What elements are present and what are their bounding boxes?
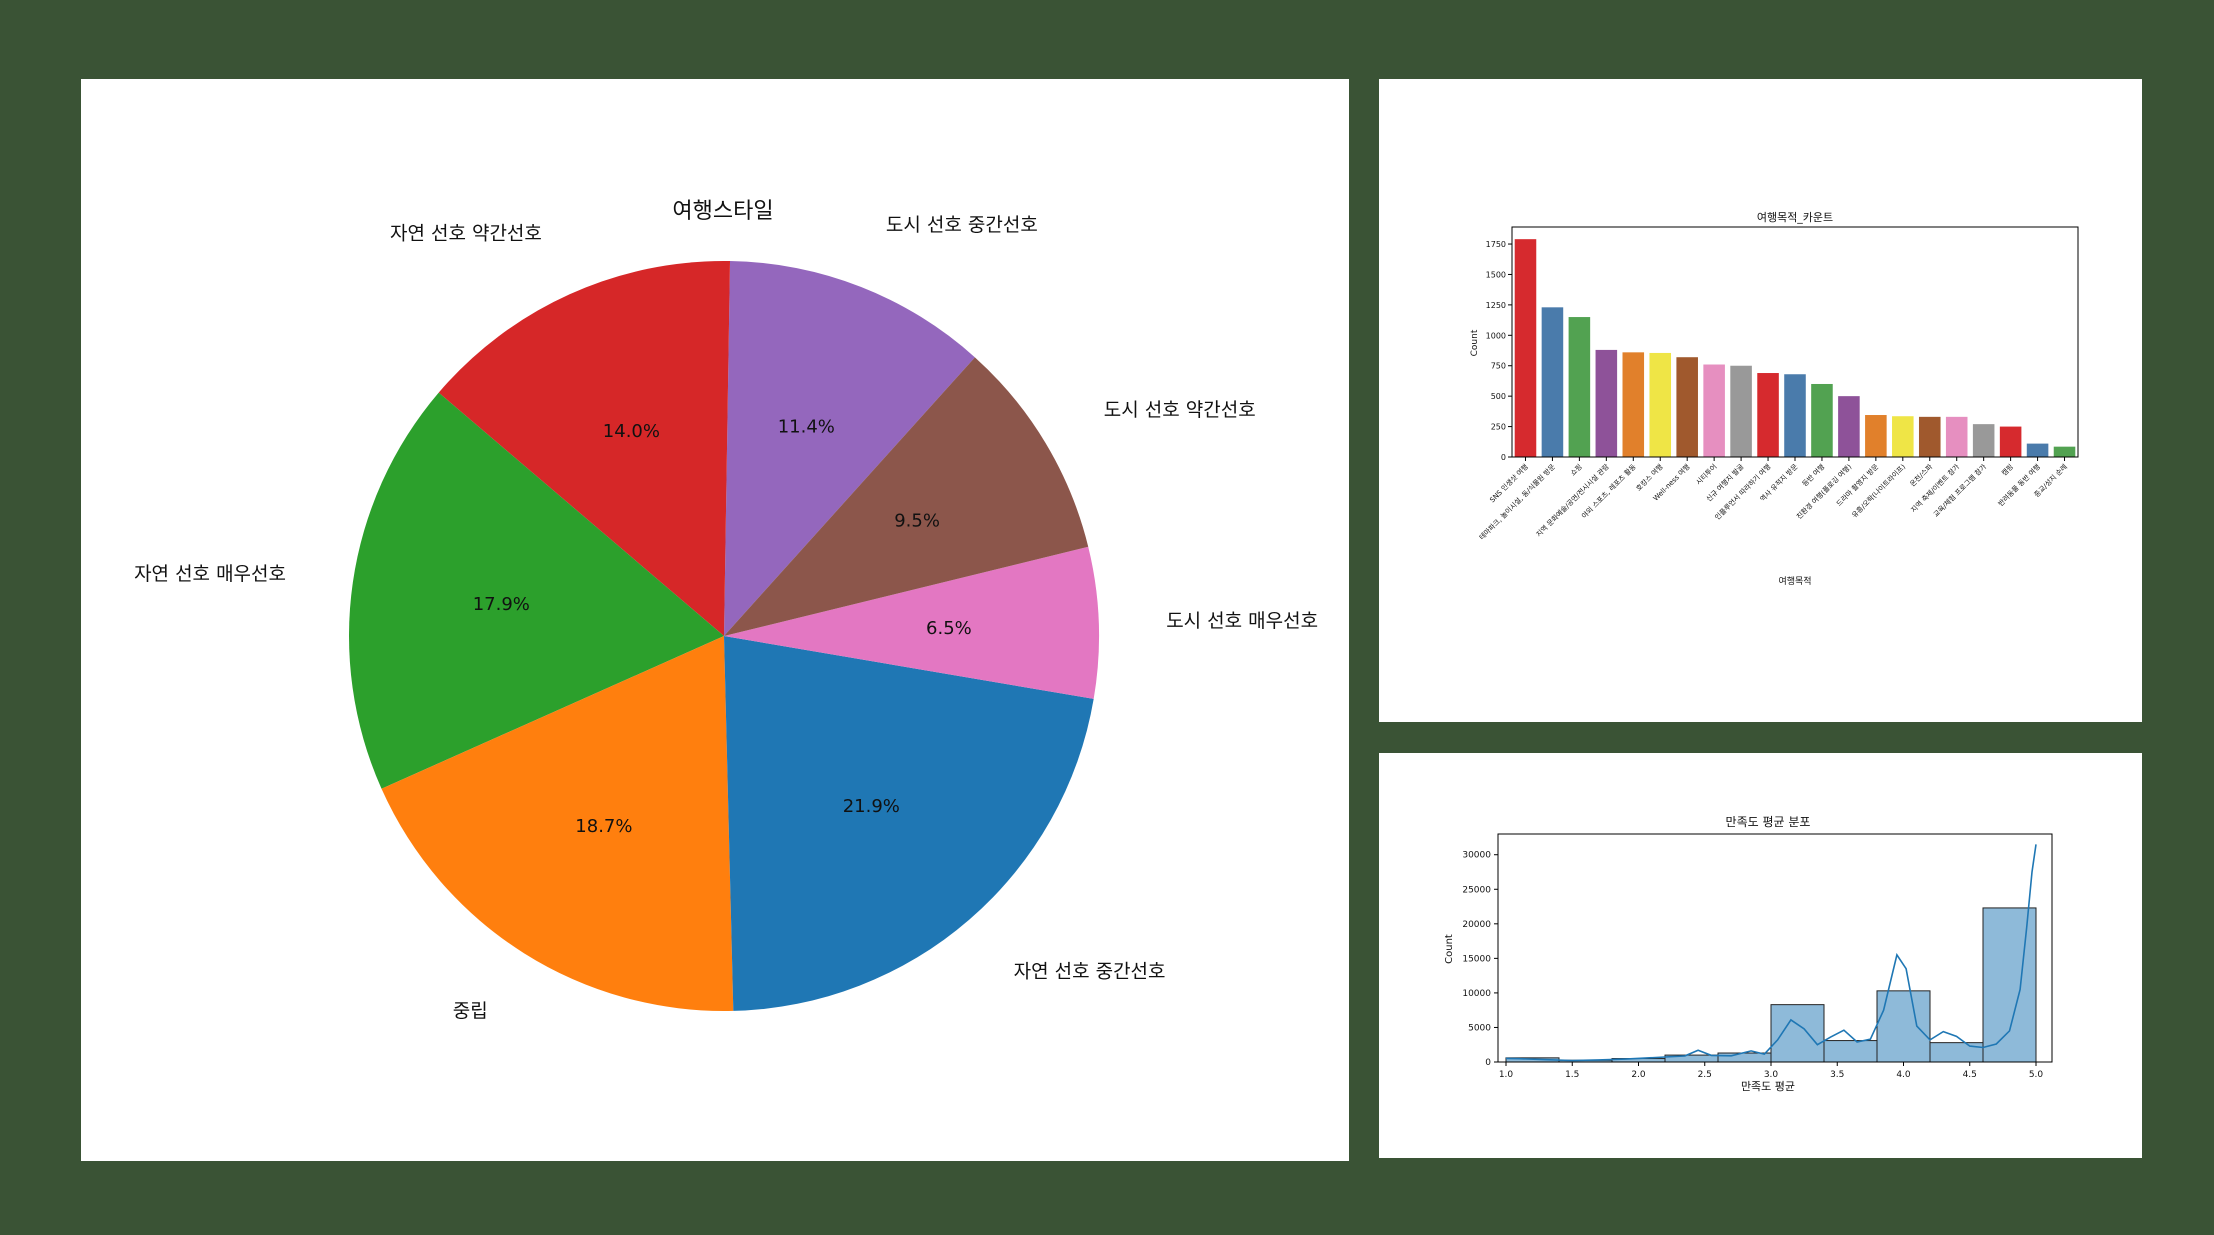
bar (1892, 416, 1914, 457)
pie-slice-percent: 17.9% (473, 594, 530, 615)
bar-y-tick-label: 250 (1491, 423, 1506, 432)
histogram-bar (1982, 907, 2037, 1063)
bar-x-tick-label: 유흥/오락(나이트라이프) (1850, 462, 1908, 520)
pie-slice-percent: 21.9% (843, 796, 900, 817)
pie-slice-percent: 18.7% (575, 816, 632, 837)
bar-y-tick-label: 750 (1491, 362, 1506, 371)
histogram-x-tick-label: 3.0 (1764, 1070, 1779, 1080)
bar (1784, 374, 1806, 457)
bar (1541, 307, 1564, 457)
bar-x-tick-label: 쇼핑 (1568, 462, 1583, 477)
bar-chart-ylabel: Count (1470, 329, 1480, 356)
bar-chart-panel: 여행목적_카운트 Count 여행목적 0 250 500 750 1000 1250 15… (1379, 79, 2142, 722)
bar-y-tick-label: 1750 (1486, 240, 1506, 249)
histogram-xlabel: 만족도 평균 (1741, 1080, 1795, 1093)
histogram-bar (1929, 1042, 1984, 1063)
pie-slice-label: 도시 선호 매우선호 (1166, 610, 1318, 632)
pie-slice-label: 도시 선호 중간선호 (886, 214, 1038, 236)
histogram-y-tick-label: 0 (1485, 1058, 1491, 1068)
bar (1568, 317, 1591, 457)
pie-slice-label: 자연 선호 매우선호 (134, 563, 286, 585)
pie-slice-percent: 6.5% (926, 618, 972, 639)
histogram-x-tick-label: 5.0 (2029, 1070, 2044, 1080)
histogram-x-tick-label: 1.5 (1565, 1070, 1579, 1080)
bar (1514, 239, 1537, 457)
pie-slice-percent: 14.0% (603, 421, 660, 442)
histogram-y-tick-label: 10000 (1462, 989, 1491, 999)
histogram-y-tick-label: 25000 (1462, 885, 1491, 895)
bar-y-tick-label: 0 (1501, 453, 1506, 462)
bar (1676, 357, 1698, 457)
bar-chart-title: 여행목적_카운트 (1757, 211, 1833, 224)
pie-slice-label: 중립 (453, 1000, 488, 1022)
bar-chart: 여행목적_카운트 Count 여행목적 0 250 500 750 1000 1250 15… (1470, 211, 2079, 587)
histogram-x-tick-label: 4.5 (1963, 1070, 1977, 1080)
bar-y-tick-label: 1500 (1486, 270, 1506, 279)
histogram-x-tick-label: 4.0 (1896, 1070, 1911, 1080)
pie-chart-panel: 여행스타일 11.4% 도시 선호 중간선호 14.0% 자연 선호 약간선호 17.9… (81, 79, 1349, 1161)
bar (1918, 416, 1941, 457)
bar-chart-xlabel: 여행목적 (1778, 575, 1811, 587)
histogram-y-tick-label: 5000 (1468, 1023, 1491, 1033)
bar-y-tick-label: 1000 (1486, 331, 1506, 340)
histogram-x-tick-label: 2.5 (1698, 1070, 1712, 1080)
bar (1838, 396, 1860, 457)
bar-x-tick-label: 지역 축제/이벤트 참가 (1909, 462, 1962, 515)
pie-slice-percent: 11.4% (778, 417, 835, 438)
bar-x-tick-label: 교육/체험 프로그램 참가 (1931, 462, 1988, 519)
bar (1811, 383, 1833, 457)
bar (2026, 443, 2049, 457)
bar (1649, 352, 1672, 457)
histogram-ylabel: Count (1444, 934, 1455, 964)
bar (1622, 352, 1645, 457)
histogram-x-tick-label: 1.0 (1499, 1070, 1514, 1080)
pie-slice (724, 636, 1094, 1011)
pie-slice-label: 도시 선호 약간선호 (1104, 399, 1256, 421)
histogram-x-tick-label: 3.5 (1830, 1070, 1844, 1080)
bar (1945, 416, 1968, 457)
bar-x-tick-label: 시티투어 (1694, 462, 1719, 487)
bar (1757, 373, 1779, 457)
bar-x-tick-label: 야외 스포츠, 레포츠 활동 (1579, 462, 1638, 521)
pie-chart-title: 여행스타일 (672, 199, 773, 224)
bar-y-tick-label: 1250 (1486, 301, 1506, 310)
histogram-panel: 만족도 평균 분포 Count 만족도 평균 1.0 1.5 2.0 2.5 3.0 3.… (1379, 753, 2142, 1158)
bar-x-tick-label: 온천/스파 (1908, 462, 1935, 489)
bar (1703, 364, 1725, 457)
histogram-y-tick-label: 20000 (1462, 920, 1491, 930)
bar (1999, 426, 2022, 457)
pie-slice-label: 자연 선호 중간선호 (1014, 961, 1166, 983)
bar (1595, 349, 1618, 457)
pie-slice-label: 자연 선호 약간선호 (390, 223, 542, 245)
histogram-chart: 만족도 평균 분포 Count 만족도 평균 1.0 1.5 2.0 2.5 3.0 3.… (1444, 815, 2053, 1093)
bar (1730, 365, 1752, 457)
histogram-bar (1770, 1004, 1825, 1063)
histogram-y-tick-label: 30000 (1462, 851, 1491, 861)
bar (2053, 446, 2076, 457)
bar-y-tick-label: 500 (1491, 392, 1506, 401)
bar (1865, 415, 1887, 457)
pie-slice-percent: 9.5% (894, 511, 940, 532)
bar-x-tick-label: 캠핑 (2000, 462, 2015, 477)
bar (1972, 424, 1995, 457)
histogram-bar (1823, 1040, 1878, 1063)
histogram-title: 만족도 평균 분포 (1726, 815, 1811, 829)
pie-chart: 여행스타일 11.4% 도시 선호 중간선호 14.0% 자연 선호 약간선호 17.9… (134, 199, 1318, 1022)
histogram-x-tick-label: 2.0 (1631, 1070, 1646, 1080)
histogram-y-tick-label: 15000 (1462, 954, 1491, 964)
bar-x-tick-label: 등반 여행 (1800, 462, 1826, 488)
